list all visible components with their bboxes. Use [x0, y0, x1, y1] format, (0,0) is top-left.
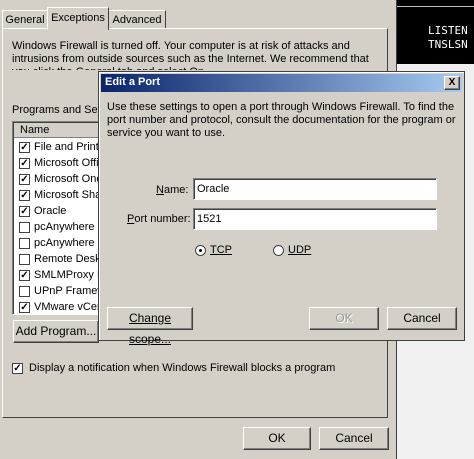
program-label: pcAnywhere H — [34, 221, 104, 233]
program-label: Microsoft Shar — [34, 189, 104, 201]
program-checkbox[interactable]: ✓ — [19, 142, 30, 153]
edit-port-dialog: Edit a Port X Use these settings to open… — [98, 71, 465, 346]
program-checkbox[interactable]: ✓ — [19, 158, 30, 169]
firewall-cancel-button[interactable]: Cancel — [319, 427, 389, 450]
programs-list[interactable]: Name ✓ File and Printe ✓ Microsoft Offic ✓ Mi… — [12, 121, 104, 315]
checkmark-icon: ✓ — [20, 174, 29, 185]
checkmark-icon: ✓ — [20, 158, 29, 169]
checkmark-icon: ✓ — [13, 363, 22, 374]
program-label: Microsoft One — [34, 173, 103, 185]
program-checkbox[interactable]: ✓ — [19, 190, 30, 201]
udp-label: UDP — [288, 244, 312, 256]
tab-exceptions[interactable]: Exceptions — [47, 7, 109, 30]
radio-dot-icon — [199, 249, 202, 252]
list-item[interactable]: pcAnywhere H — [19, 220, 104, 235]
program-checkbox[interactable]: ✓ — [19, 174, 30, 185]
tcp-label: TCP — [210, 244, 232, 256]
change-scope-button[interactable]: Change scope... — [107, 307, 193, 346]
program-checkbox[interactable]: ✓ — [19, 206, 30, 217]
notify-checkbox[interactable]: ✓ — [12, 363, 23, 374]
close-button[interactable]: X — [444, 76, 460, 90]
close-icon: X — [448, 77, 456, 88]
list-item[interactable]: ✓ Oracle — [19, 204, 103, 219]
list-item[interactable]: ✓ Microsoft Offic — [19, 156, 104, 171]
firewall-ok-button[interactable]: OK — [243, 427, 311, 450]
program-label: VMware vCen — [34, 301, 104, 313]
list-item[interactable]: ✓ Microsoft One — [19, 172, 103, 187]
programs-label: Programs and Serv — [12, 104, 107, 116]
program-checkbox[interactable] — [19, 238, 30, 249]
checkmark-icon: ✓ — [20, 206, 29, 217]
program-label: UPnP Framew — [34, 285, 104, 297]
tab-advanced[interactable]: Advanced — [108, 10, 166, 29]
program-label: Remote Deskt — [34, 253, 104, 265]
terminal-window: LISTEN TNSLSN — [396, 0, 474, 64]
udp-radio[interactable] — [273, 245, 284, 256]
checkmark-icon: ✓ — [20, 142, 29, 153]
notify-label: Display a notification when Windows Fire… — [29, 362, 336, 374]
list-item[interactable]: ✓ Microsoft Shar — [19, 188, 104, 203]
add-program-button[interactable]: Add Program... — [13, 320, 99, 343]
program-label: File and Printe — [34, 141, 104, 153]
list-item[interactable]: pcAnywhere F — [19, 236, 104, 251]
program-checkbox[interactable] — [19, 222, 30, 233]
list-item[interactable]: Remote Deskt — [19, 252, 104, 267]
checkmark-icon: ✓ — [20, 302, 29, 313]
title-bar[interactable]: Edit a Port X — [101, 74, 462, 92]
checkmark-icon: ✓ — [20, 190, 29, 201]
checkmark-icon: ✓ — [20, 270, 29, 281]
edit-port-cancel-button[interactable]: Cancel — [387, 307, 457, 330]
list-item[interactable]: UPnP Framew — [19, 284, 104, 299]
tab-general[interactable]: General — [2, 10, 48, 29]
firewall-warning-text: Windows Firewall is turned off. Your com… — [12, 40, 369, 70]
terminal-line: LISTEN — [428, 24, 468, 37]
name-label: Name: — [156, 184, 189, 196]
edit-port-ok-button[interactable]: OK — [309, 307, 379, 330]
program-checkbox[interactable]: ✓ — [19, 270, 30, 281]
dialog-title: Edit a Port — [105, 76, 161, 88]
program-label: SMLMProxy M — [34, 269, 104, 281]
program-checkbox[interactable] — [19, 286, 30, 297]
port-number-input[interactable]: 1521 — [193, 208, 437, 230]
program-checkbox[interactable]: ✓ — [19, 302, 30, 313]
port-number-label: Port number: — [127, 213, 191, 225]
list-item[interactable]: ✓ VMware vCen — [19, 300, 104, 314]
dialog-description: Use these settings to open a port throug… — [107, 101, 456, 139]
program-label: pcAnywhere F — [34, 237, 104, 249]
list-item[interactable]: ✓ File and Printe — [19, 140, 104, 155]
terminal-line: TNSLSN — [428, 38, 468, 51]
program-label: Microsoft Offic — [34, 157, 104, 169]
tcp-radio[interactable] — [195, 245, 206, 256]
list-column-header[interactable]: Name — [14, 123, 103, 138]
program-label: Oracle — [34, 205, 67, 217]
list-item[interactable]: ✓ SMLMProxy M — [19, 268, 104, 283]
program-checkbox[interactable] — [19, 254, 30, 265]
name-input[interactable]: Oracle — [193, 178, 437, 200]
